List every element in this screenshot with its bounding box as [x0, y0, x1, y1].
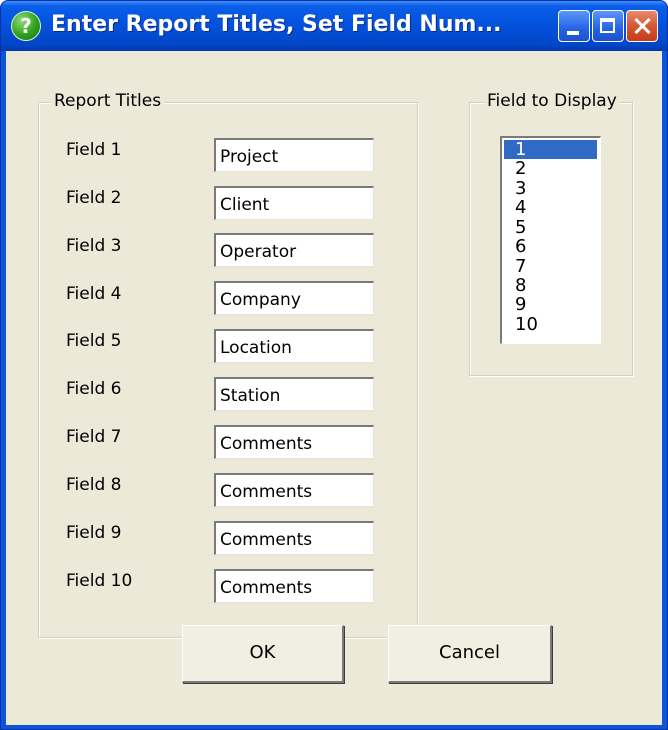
field-8-label: Field 8 [66, 475, 122, 495]
minimize-button[interactable] [558, 10, 590, 42]
field-5-label: Field 5 [66, 331, 122, 351]
field-8-input[interactable]: Comments [214, 473, 374, 507]
field-7-label: Field 7 [66, 427, 122, 447]
field-2-input[interactable]: Client [214, 186, 374, 220]
report-titles-group-label: Report Titles [51, 91, 165, 111]
field-10-input[interactable]: Comments [214, 569, 374, 603]
dialog-body: Report Titles Field 1 Field 2 Field 3 Fi… [6, 51, 662, 725]
field-to-display-group-label: Field to Display [484, 91, 620, 111]
list-item-selected[interactable]: 1 [504, 140, 597, 159]
list-item[interactable]: 5 [504, 217, 597, 237]
list-item[interactable]: 2 [504, 159, 597, 179]
window-title: Enter Report Titles, Set Field Num... [51, 12, 502, 37]
help-icon: ? [11, 11, 41, 41]
list-item[interactable]: 9 [504, 295, 597, 315]
field-6-input[interactable]: Station [214, 377, 374, 411]
field-9-label: Field 9 [66, 523, 122, 543]
maximize-button[interactable] [592, 10, 624, 42]
field-9-input[interactable]: Comments [214, 521, 374, 555]
field-1-label: Field 1 [66, 140, 122, 160]
cancel-button[interactable]: Cancel [388, 625, 552, 683]
field-1-input[interactable]: Project [214, 138, 374, 172]
field-4-input[interactable]: Company [214, 281, 374, 315]
list-item[interactable]: 7 [504, 256, 597, 276]
list-item[interactable]: 10 [504, 314, 597, 334]
field-3-input[interactable]: Operator [214, 233, 374, 267]
close-button[interactable] [626, 10, 658, 42]
field-7-input[interactable]: Comments [214, 425, 374, 459]
list-item[interactable]: 6 [504, 237, 597, 257]
list-item[interactable]: 8 [504, 276, 597, 296]
report-titles-group: Report Titles [38, 91, 418, 638]
field-5-input[interactable]: Location [214, 329, 374, 363]
list-item[interactable]: 3 [504, 178, 597, 198]
field-10-label: Field 10 [66, 571, 133, 591]
title-bar[interactable]: ? Enter Report Titles, Set Field Num... [1, 1, 667, 51]
field-6-label: Field 6 [66, 379, 122, 399]
list-item[interactable]: 4 [504, 198, 597, 218]
field-3-label: Field 3 [66, 236, 122, 256]
ok-button[interactable]: OK [182, 625, 344, 683]
field-number-listbox[interactable]: 1 2 3 4 5 6 7 8 9 10 [500, 136, 601, 344]
field-2-label: Field 2 [66, 188, 122, 208]
dialog-window: ? Enter Report Titles, Set Field Num... … [0, 0, 668, 730]
field-4-label: Field 4 [66, 284, 122, 304]
